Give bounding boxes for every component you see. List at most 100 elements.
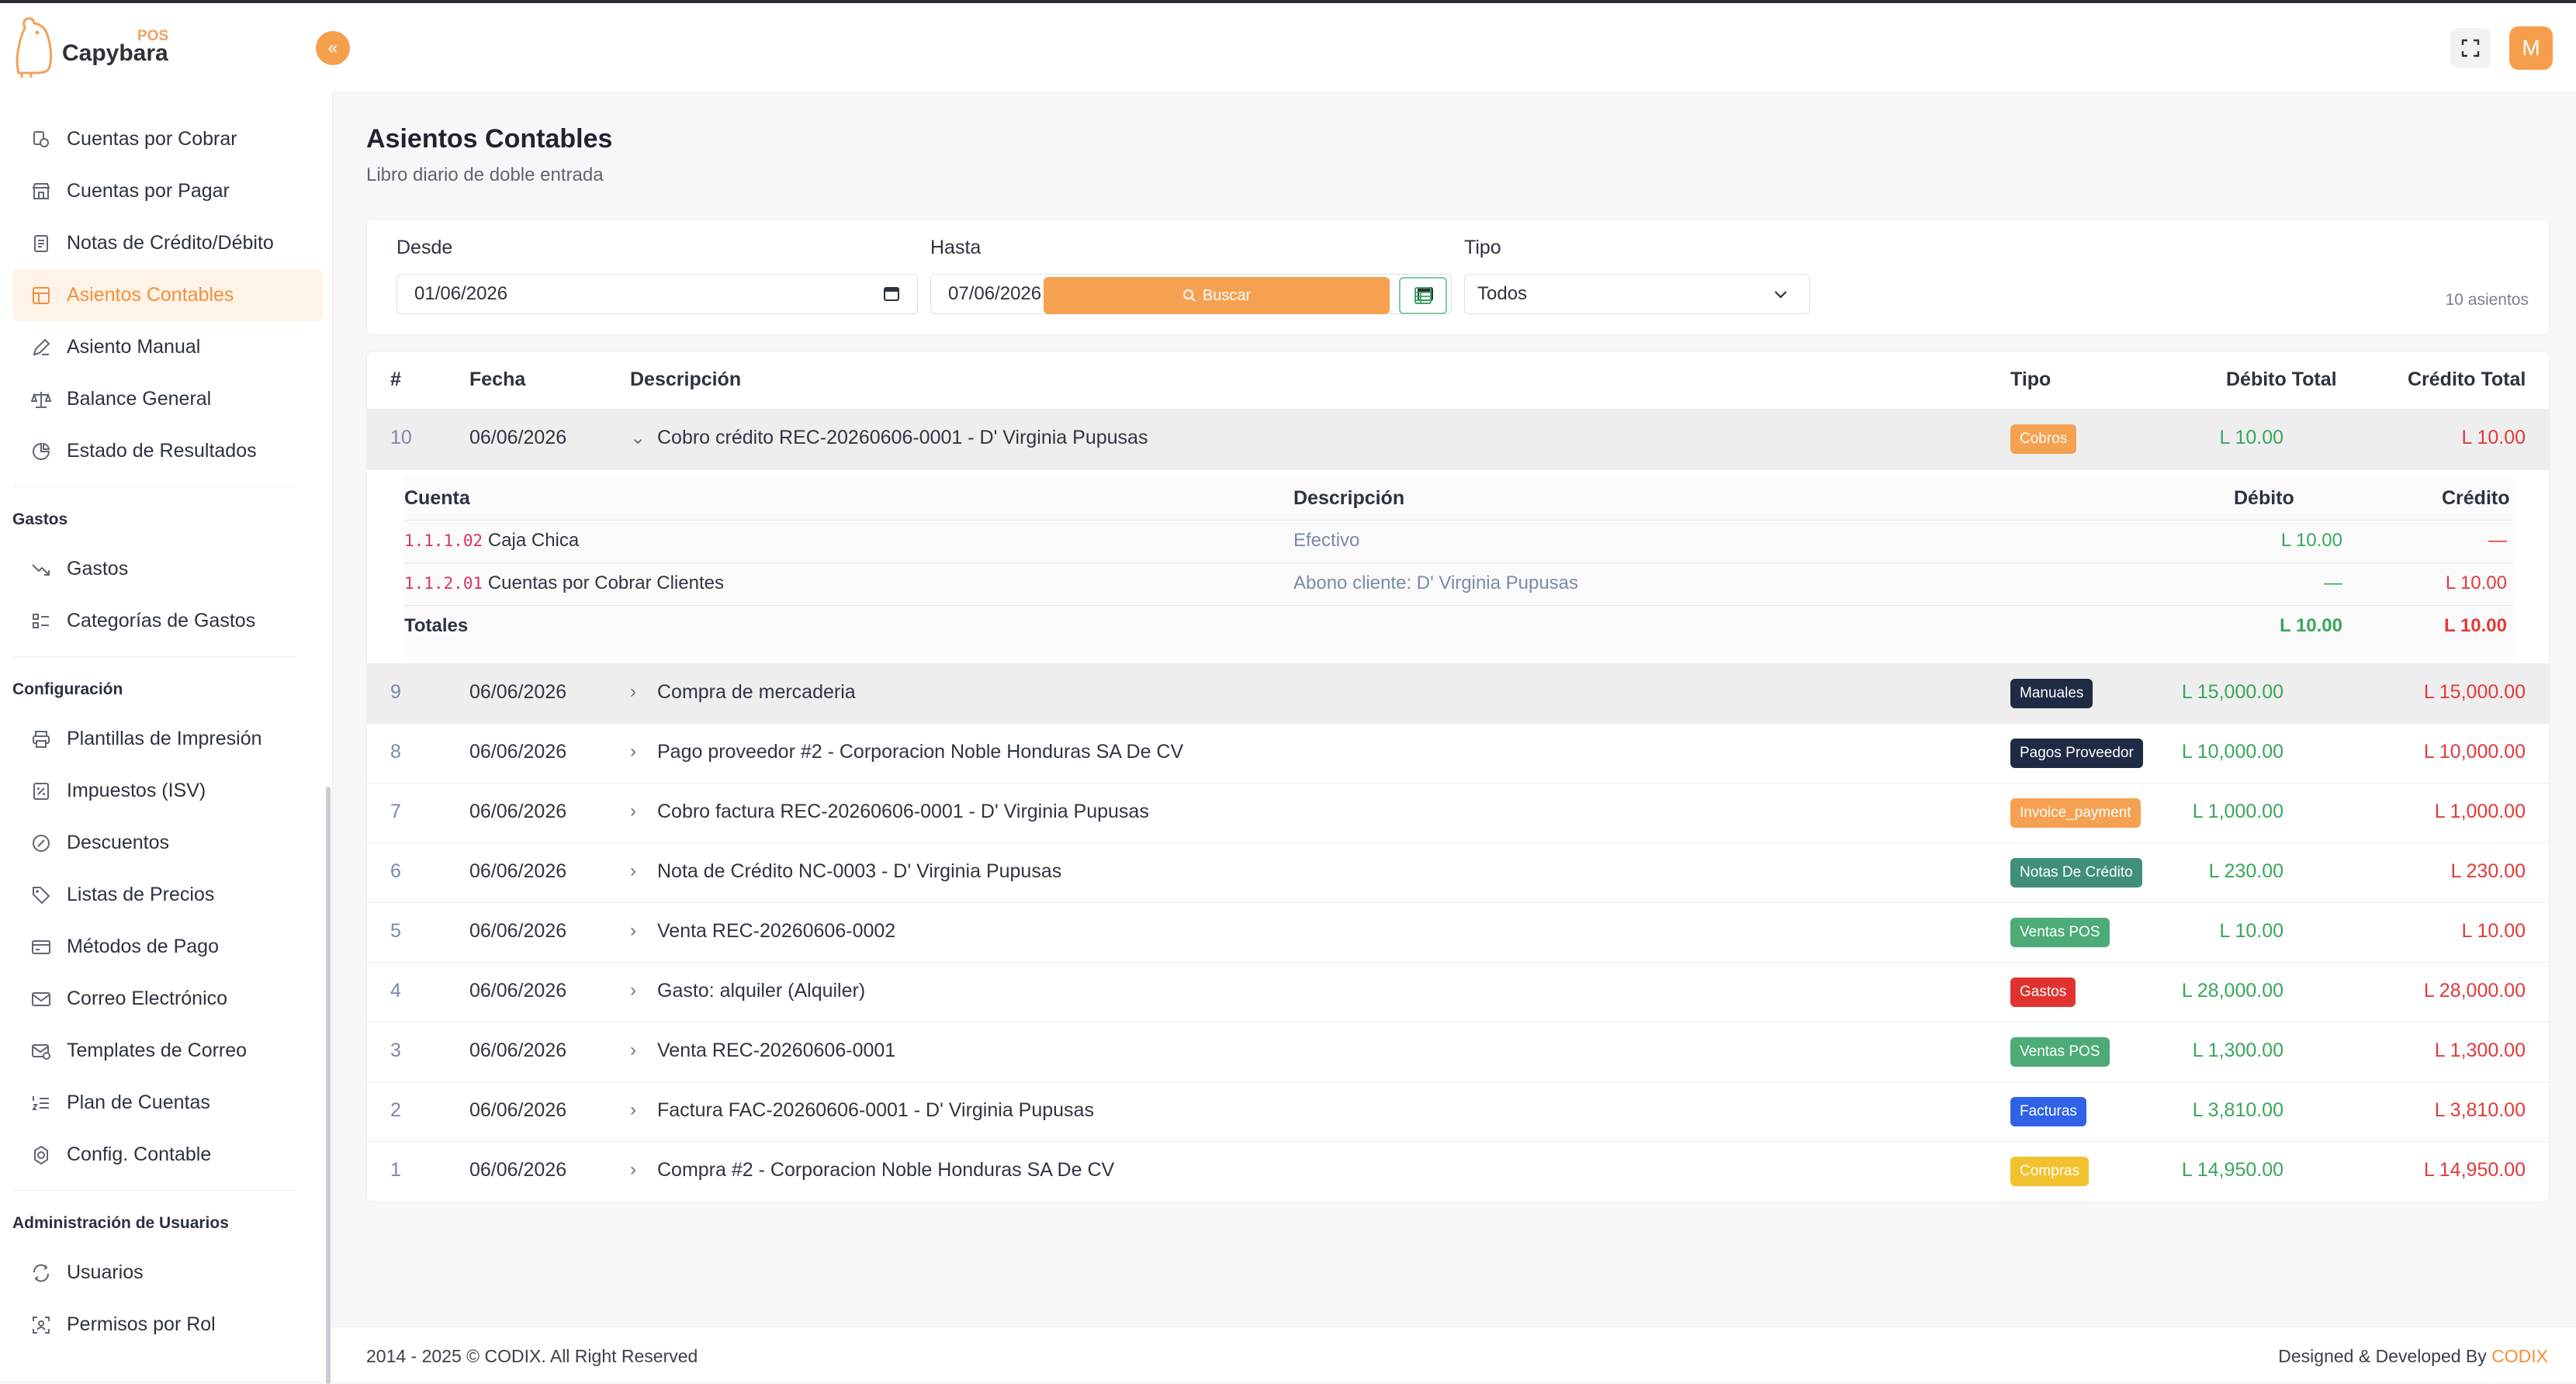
sidebar-item-permisos-por-rol[interactable]: Permisos por Rol [12, 1299, 323, 1351]
chevron-right-icon[interactable]: › [630, 801, 636, 822]
sidebar-item-config-contable[interactable]: Config. Contable [12, 1129, 323, 1181]
entry-number: 10 [390, 427, 412, 448]
sidebar-item-cuentas-por-pagar[interactable]: Cuentas por Pagar [12, 165, 323, 217]
user-avatar[interactable]: M [2509, 26, 2553, 70]
printer-icon [31, 729, 51, 749]
tipo-select[interactable]: Todos [1464, 274, 1810, 314]
entry-number: 7 [390, 801, 401, 822]
table-row[interactable]: 8 06/06/2026 › Pago proveedor #2 - Corporac… [367, 723, 2549, 784]
discount-icon [31, 833, 51, 853]
chevron-down-icon[interactable]: ⌄ [630, 427, 646, 449]
sidebar-item-plan-de-cuentas[interactable]: Plan de Cuentas [12, 1077, 323, 1129]
account-code[interactable]: 1.1.2.01 [404, 574, 483, 593]
entry-number: 6 [390, 860, 401, 882]
mail-icon [31, 989, 51, 1009]
sidebar-item-correo-electronico[interactable]: Correo Electrónico [12, 973, 323, 1025]
sidebar-item-plantillas-de-impresion[interactable]: Plantillas de Impresión [12, 713, 323, 765]
line-description: Efectivo [1293, 530, 1360, 551]
hasta-label: Hasta [930, 237, 982, 258]
table-row[interactable]: 4 06/06/2026 › Gasto: alquiler (Alquiler) Ga… [367, 962, 2549, 1022]
debit-total: L 15,000.00 [2181, 681, 2283, 703]
chevron-right-icon[interactable]: › [630, 1040, 636, 1061]
mail-template-icon [31, 1041, 51, 1061]
entry-date: 06/06/2026 [469, 980, 567, 1002]
account-code[interactable]: 1.1.1.02 [404, 531, 483, 550]
sidebar-item-cuentas-por-cobrar[interactable]: Cuentas por Cobrar [12, 113, 323, 165]
table-row[interactable]: 2 06/06/2026 › Factura FAC-20260606-0001 - … [367, 1081, 2549, 1142]
credit-total: L 10.00 [2461, 427, 2526, 448]
sidebar-item-notas-de-credito-debito[interactable]: Notas de Crédito/Débito [12, 217, 323, 269]
export-excel-button[interactable] [1399, 277, 1447, 314]
sidebar-item-listas-de-precios[interactable]: Listas de Precios [12, 869, 323, 921]
sidebar-item-label: Balance General [67, 388, 212, 410]
receivable-icon [31, 130, 51, 150]
debit-total: L 10.00 [2219, 920, 2283, 942]
double-chevron-left-icon: « [327, 37, 338, 58]
credit-total: L 1,000.00 [2434, 801, 2526, 822]
chevron-right-icon[interactable]: › [630, 1159, 636, 1181]
table-row[interactable]: 1 06/06/2026 › Compra #2 - Corporacion Nobl… [367, 1141, 2549, 1202]
entry-number: 1 [390, 1159, 401, 1181]
filter-card: Desde 01/06/2026 Hasta 07/06/2026 Tipo T… [366, 219, 2550, 335]
ledger-icon [31, 285, 51, 306]
sidebar-item-asientos-contables[interactable]: Asientos Contables [12, 269, 323, 321]
sidebar-item-asiento-manual[interactable]: Asiento Manual [12, 321, 323, 373]
line-debit: L 10.00 [2280, 530, 2342, 551]
sidebar-item-label: Config. Contable [67, 1144, 212, 1165]
sidebar-section-title: Gastos [12, 510, 68, 528]
chevron-right-icon[interactable]: › [630, 860, 636, 882]
app-logo[interactable]: Capybara POS [14, 14, 177, 79]
entry-totals-row: Totales L 10.00 L 10.00 [404, 605, 2513, 649]
chevron-right-icon[interactable]: › [630, 741, 636, 763]
entry-description: Cobro factura REC-20260606-0001 - D' Vir… [657, 801, 1149, 822]
desde-date-input[interactable]: 01/06/2026 [396, 274, 918, 314]
fullscreen-button[interactable] [2450, 28, 2491, 68]
chevron-right-icon[interactable]: › [630, 980, 636, 1002]
entry-line-row: 1.1.1.02 Caja Chica Efectivo L 10.00 — [404, 520, 2513, 563]
sidebar-item-label: Gastos [67, 558, 129, 580]
sidebar-item-label: Categorías de Gastos [67, 610, 256, 631]
credit-total: L 230.00 [2450, 860, 2526, 882]
sidebar-item-categorias-de-gastos[interactable]: Categorías de Gastos [12, 595, 323, 647]
list-icon [31, 611, 51, 631]
credit-total: L 1,300.00 [2434, 1040, 2526, 1061]
line-credit: L 10.00 [2445, 573, 2507, 593]
entry-description: Compra #2 - Corporacion Noble Honduras S… [657, 1159, 1115, 1181]
collapse-sidebar-button[interactable]: « [316, 31, 350, 65]
page-title: Asientos Contables [366, 124, 613, 154]
hasta-value: 07/06/2026 [948, 283, 1042, 304]
chevron-right-icon[interactable]: › [630, 920, 636, 942]
developer-link[interactable]: CODIX [2491, 1346, 2548, 1366]
table-row[interactable]: 5 06/06/2026 › Venta REC-20260606-0002 Venta… [367, 902, 2549, 963]
calendar-icon[interactable] [883, 285, 900, 302]
entry-description: Cobro crédito REC-20260606-0001 - D' Vir… [657, 427, 1148, 448]
store-icon [31, 182, 51, 202]
sidebar-nav: Cuentas por Cobrar Cuentas por Pagar Notas… [0, 113, 332, 1351]
entries-count: 10 asientos [2445, 291, 2529, 309]
chevron-right-icon[interactable]: › [630, 1099, 636, 1121]
sidebar-divider [14, 1190, 296, 1191]
sidebar-item-metodos-de-pago[interactable]: Métodos de Pago [12, 921, 323, 973]
chevron-right-icon[interactable]: › [630, 681, 636, 703]
col-descripcion: Descripción [630, 368, 742, 390]
table-row[interactable]: 10 06/06/2026 ⌄ Cobro crédito REC-20260606-… [367, 409, 2549, 469]
line-credit: — [2488, 530, 2507, 551]
table-row[interactable]: 9 06/06/2026 › Compra de mercaderia Manuales… [367, 663, 2549, 724]
sidebar-scrollbar[interactable] [326, 787, 331, 1384]
credit-total: L 10.00 [2461, 920, 2526, 942]
sidebar-item-estado-de-resultados[interactable]: Estado de Resultados [12, 425, 323, 477]
sidebar-item-templates-de-correo[interactable]: Templates de Correo [12, 1025, 323, 1077]
sidebar-item-gastos[interactable]: Gastos [12, 543, 323, 595]
table-row[interactable]: 3 06/06/2026 › Venta REC-20260606-0001 Venta… [367, 1022, 2549, 1082]
copyright-text: 2014 - 2025 © CODIX. All Right Reserved [366, 1346, 698, 1366]
search-button[interactable]: Buscar [1044, 277, 1390, 314]
sidebar-item-label: Asientos Contables [67, 284, 234, 306]
entry-date: 06/06/2026 [469, 427, 567, 448]
tipo-selected-value: Todos [1477, 283, 1528, 304]
sidebar-item-impuestos-isv[interactable]: Impuestos (ISV) [12, 765, 323, 817]
sidebar-item-descuentos[interactable]: Descuentos [12, 817, 323, 869]
sidebar-item-balance-general[interactable]: Balance General [12, 373, 323, 425]
table-row[interactable]: 6 06/06/2026 › Nota de Crédito NC-0003 - D'… [367, 843, 2549, 903]
table-row[interactable]: 7 06/06/2026 › Cobro factura REC-20260606-0… [367, 783, 2549, 843]
sidebar-item-usuarios[interactable]: Usuarios [12, 1247, 323, 1299]
